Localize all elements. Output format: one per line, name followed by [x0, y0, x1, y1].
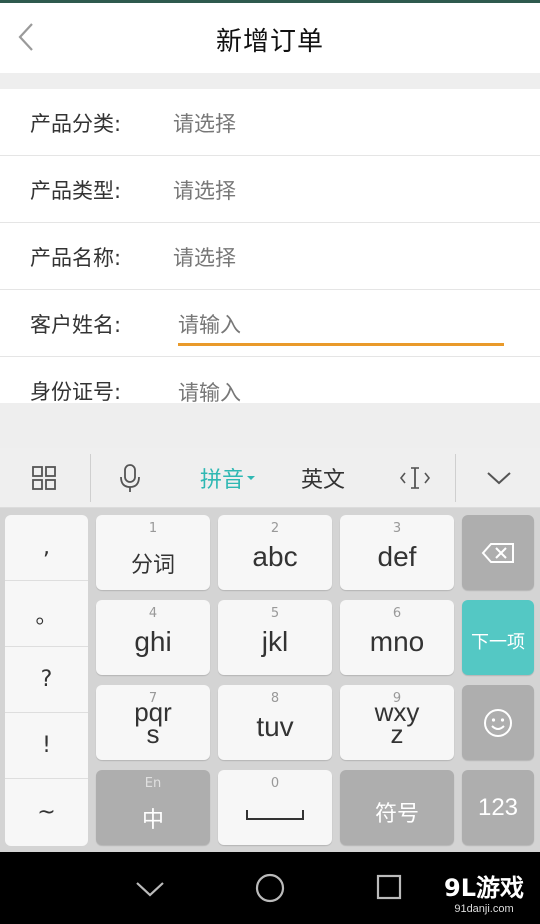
backspace-icon: [481, 543, 514, 563]
key-3[interactable]: 3 def: [340, 515, 454, 590]
key-8[interactable]: 8 tuv: [218, 685, 332, 760]
key-small-label: En: [144, 776, 162, 791]
id-number-input[interactable]: [178, 373, 504, 403]
key-label: def: [377, 541, 417, 572]
punct-key[interactable]: !: [5, 713, 88, 779]
keyboard: , 。 ? ! ~ 1 分词 2 abc 3 def 4 ghi 5 jkl 6…: [0, 508, 540, 852]
divider: [455, 454, 456, 502]
key-label-bottom: z: [390, 719, 404, 749]
customer-name-input[interactable]: [178, 306, 504, 346]
form-row-product-category[interactable]: 产品分类: 请选择: [0, 89, 540, 156]
backspace-key[interactable]: [462, 515, 534, 590]
emoji-key[interactable]: [462, 685, 534, 760]
keyboard-toolbar: 拼音 英文: [0, 448, 540, 508]
key-9[interactable]: 9 wxy z: [340, 685, 454, 760]
key-number: 6: [392, 606, 402, 621]
divider: [90, 454, 91, 502]
product-type-select[interactable]: 请选择: [173, 175, 236, 205]
key-1[interactable]: 1 分词: [96, 515, 210, 590]
watermark: 9L游戏 91danji.com: [444, 868, 524, 915]
key-label: jkl: [261, 626, 289, 657]
punct-key[interactable]: ,: [5, 515, 88, 581]
punctuation-column: , 。 ? ! ~: [5, 515, 88, 846]
language-switch-key[interactable]: En 中: [96, 770, 210, 845]
form-row-id-number: 身份证号:: [0, 357, 540, 403]
key-label: ghi: [134, 626, 172, 657]
section-gap: [0, 73, 540, 89]
key-number: 0: [270, 776, 280, 791]
punct-key[interactable]: 。: [5, 581, 88, 647]
form-row-customer-name: 客户姓名:: [0, 290, 540, 357]
key-label: 中: [141, 808, 164, 833]
next-label: 下一项: [471, 632, 525, 653]
key-label: pqr s: [96, 699, 210, 749]
key-number: 3: [392, 521, 402, 536]
system-navigation-bar: 9L游戏 91danji.com: [0, 852, 540, 924]
smiley-icon: [484, 709, 512, 737]
chevron-down-icon: [487, 472, 511, 485]
key-label: 123: [477, 794, 519, 821]
key-number: 8: [270, 691, 280, 706]
key-label: wxy z: [340, 699, 454, 749]
punct-key[interactable]: ~: [5, 779, 88, 845]
grid-menu-button[interactable]: [14, 448, 74, 508]
text-cursor-icon: [399, 467, 431, 489]
nav-home-icon[interactable]: [254, 872, 286, 904]
field-label: 身份证号:: [30, 380, 122, 403]
field-label: 产品名称:: [30, 246, 122, 270]
page-title: 新增订单: [215, 27, 324, 57]
space-bar-icon: [246, 810, 304, 820]
english-mode-button[interactable]: 英文: [288, 448, 358, 508]
product-name-select[interactable]: 请选择: [173, 242, 236, 272]
field-label: 产品分类:: [30, 112, 122, 136]
header-bar: 新增订单: [0, 3, 540, 73]
nav-recents-icon[interactable]: [376, 874, 404, 902]
key-number: 4: [148, 606, 158, 621]
nav-back-icon[interactable]: [134, 879, 166, 899]
key-4[interactable]: 4 ghi: [96, 600, 210, 675]
key-number: 1: [148, 521, 158, 536]
key-label-bottom: s: [146, 719, 160, 749]
key-label: 分词: [130, 553, 175, 578]
punct-key[interactable]: ?: [5, 647, 88, 713]
key-label: tuv: [256, 711, 294, 742]
key-label: abc: [252, 541, 298, 572]
key-2[interactable]: 2 abc: [218, 515, 332, 590]
hide-keyboard-button[interactable]: [474, 448, 524, 508]
key-label: mno: [369, 626, 425, 657]
space-key[interactable]: 0: [218, 770, 332, 845]
microphone-icon: [120, 464, 140, 492]
key-label: 符号: [374, 802, 419, 827]
pinyin-mode-button[interactable]: 拼音: [188, 448, 268, 508]
key-5[interactable]: 5 jkl: [218, 600, 332, 675]
key-number: 5: [270, 606, 280, 621]
key-6[interactable]: 6 mno: [340, 600, 454, 675]
field-label: 产品类型:: [30, 179, 122, 203]
caret-down-icon: [247, 476, 255, 480]
pinyin-label: 拼音: [199, 468, 244, 493]
form-row-product-name[interactable]: 产品名称: 请选择: [0, 223, 540, 290]
key-number: 2: [270, 521, 280, 536]
key-7[interactable]: 7 pqr s: [96, 685, 210, 760]
field-label: 客户姓名:: [30, 313, 122, 337]
product-category-select[interactable]: 请选择: [173, 108, 236, 138]
watermark-logo: 9L游戏: [444, 874, 524, 902]
symbols-key[interactable]: 符号: [340, 770, 454, 845]
order-form: 产品分类: 请选择 产品类型: 请选择 产品名称: 请选择 客户姓名: 身份证号…: [0, 89, 540, 403]
form-row-product-type[interactable]: 产品类型: 请选择: [0, 156, 540, 223]
watermark-url: 91danji.com: [454, 903, 514, 915]
numeric-key[interactable]: 123: [462, 770, 534, 845]
content-background: [0, 403, 540, 448]
grid-icon: [32, 466, 56, 490]
next-field-key[interactable]: 下一项: [462, 600, 534, 675]
english-label: 英文: [300, 468, 345, 493]
voice-input-button[interactable]: [102, 448, 158, 508]
cursor-edit-button[interactable]: [390, 448, 440, 508]
